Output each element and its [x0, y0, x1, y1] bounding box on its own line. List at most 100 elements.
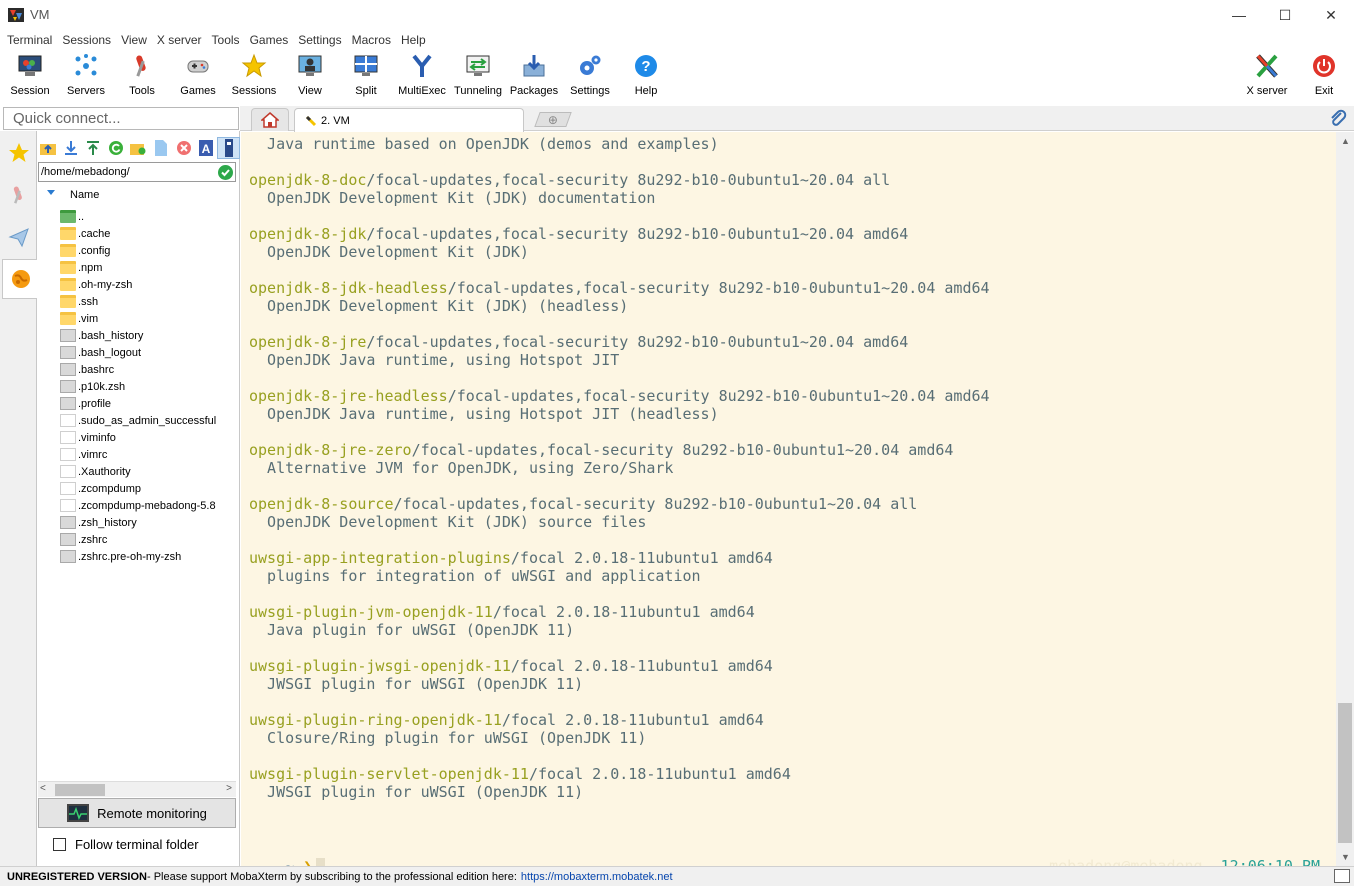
servers-button[interactable]: Servers: [58, 52, 114, 102]
sftp-terminal-toggle[interactable]: [217, 137, 240, 159]
file-row[interactable]: .zshrc.pre-oh-my-zsh: [37, 548, 240, 565]
split-button[interactable]: Split: [338, 52, 394, 102]
file-row[interactable]: .viminfo: [37, 429, 240, 446]
sftp-upload-button[interactable]: [82, 137, 105, 159]
mobaxterm-link[interactable]: https://mobaxterm.mobatek.net: [521, 871, 673, 883]
scroll-thumb[interactable]: [55, 784, 105, 796]
text-a-icon: A: [199, 140, 214, 156]
remote-monitoring-button[interactable]: Remote monitoring: [38, 798, 236, 828]
menu-sessions[interactable]: Sessions: [57, 30, 116, 50]
tunneling-button[interactable]: Tunneling: [450, 52, 506, 102]
file-row[interactable]: .vimrc: [37, 446, 240, 463]
menu-tools[interactable]: Tools: [207, 30, 245, 50]
file-row[interactable]: .oh-my-zsh: [37, 276, 240, 293]
games-button[interactable]: Games: [170, 52, 226, 102]
help-button[interactable]: ? Help: [618, 52, 674, 102]
file-row[interactable]: .bashrc: [37, 361, 240, 378]
scroll-down-icon[interactable]: ▼: [1341, 852, 1350, 862]
follow-terminal-folder[interactable]: Follow terminal folder: [53, 837, 199, 852]
tab-vm[interactable]: 2. VM: [294, 108, 524, 132]
file-name: .zcompdump-mebadong-5.8: [78, 499, 216, 512]
sftp-delete-button[interactable]: [172, 137, 195, 159]
terminal-line: uwsgi-plugin-jwsgi-openjdk-11/focal 2.0.…: [249, 657, 990, 675]
file-row[interactable]: .zsh_history: [37, 514, 240, 531]
settings-button[interactable]: Settings: [562, 52, 618, 102]
x-server-button[interactable]: X server: [1239, 52, 1295, 102]
sftp-path-input[interactable]: /home/mebadong/: [38, 162, 236, 182]
file-icon: [60, 363, 76, 376]
menu-macros[interactable]: Macros: [347, 30, 396, 50]
file-row[interactable]: .vim: [37, 310, 240, 327]
check-icon[interactable]: [218, 165, 233, 180]
sftp-new-file-button[interactable]: [150, 137, 173, 159]
file-row[interactable]: .bash_history: [37, 327, 240, 344]
multiexec-button[interactable]: MultiExec: [394, 52, 450, 102]
file-row[interactable]: .ssh: [37, 293, 240, 310]
sftp-rename-button[interactable]: A: [195, 137, 218, 159]
terminal-view[interactable]: Java runtime based on OpenJDK (demos and…: [241, 132, 1336, 866]
menu-x-server[interactable]: X server: [152, 30, 207, 50]
file-icon: [60, 397, 76, 410]
sessions-button[interactable]: Sessions: [226, 52, 282, 102]
sftp-parent-folder-button[interactable]: [37, 137, 60, 159]
terminal-vertical-scrollbar[interactable]: ▲ ▼: [1336, 132, 1354, 866]
collapse-arrow-icon[interactable]: [47, 190, 55, 195]
package-details: /focal-updates,focal-security 8u292-b10-…: [393, 495, 918, 513]
file-row[interactable]: .zshrc: [37, 531, 240, 548]
file-row[interactable]: .bash_logout: [37, 344, 240, 361]
maximize-button[interactable]: ☐: [1262, 0, 1308, 30]
file-row[interactable]: .Xauthority: [37, 463, 240, 480]
file-name: .zcompdump: [78, 482, 141, 495]
sftp-new-folder-button[interactable]: [127, 137, 150, 159]
close-button[interactable]: ✕: [1308, 0, 1354, 30]
minimize-button[interactable]: —: [1216, 0, 1262, 30]
sidebar-tab-tools[interactable]: [2, 175, 35, 215]
file-row[interactable]: .p10k.zsh: [37, 378, 240, 395]
packages-button[interactable]: Packages: [506, 52, 562, 102]
file-list-header[interactable]: Name: [37, 186, 240, 204]
file-row[interactable]: .npm: [37, 259, 240, 276]
file-row[interactable]: .zcompdump-mebadong-5.8: [37, 497, 240, 514]
package-description: Java plugin for uWSGI (OpenJDK 11): [249, 621, 575, 639]
terminal-line: openjdk-8-source/focal-updates,focal-sec…: [249, 495, 990, 513]
scroll-up-icon[interactable]: ▲: [1341, 136, 1350, 146]
new-tab-button[interactable]: ⊕: [534, 112, 572, 127]
column-name: Name: [70, 189, 100, 201]
file-row[interactable]: .profile: [37, 395, 240, 412]
terminal-line: openjdk-8-jre-zero/focal-updates,focal-s…: [249, 441, 990, 459]
menu-games[interactable]: Games: [245, 30, 294, 50]
keyboard-icon[interactable]: [1334, 869, 1350, 883]
menu-view[interactable]: View: [116, 30, 152, 50]
menu-terminal[interactable]: Terminal: [2, 30, 57, 50]
file-row[interactable]: .cache: [37, 225, 240, 242]
session-button[interactable]: Session: [2, 52, 58, 102]
view-button[interactable]: View: [282, 52, 338, 102]
paperclip-icon[interactable]: [1328, 109, 1348, 129]
sidebar-tab-macros[interactable]: [2, 217, 35, 257]
menu-settings[interactable]: Settings: [293, 30, 346, 50]
scroll-left-icon[interactable]: <: [40, 783, 46, 794]
terminal-scroll-thumb[interactable]: [1338, 703, 1352, 843]
tools-icon: [136, 55, 146, 77]
session-label: Session: [10, 85, 50, 97]
horizontal-scrollbar[interactable]: < >: [38, 781, 236, 797]
file-row[interactable]: .sudo_as_admin_successful: [37, 412, 240, 429]
sidebar-tab-sftp[interactable]: [2, 259, 38, 299]
tools-icon: [13, 186, 22, 204]
follow-terminal-checkbox[interactable]: [53, 838, 66, 851]
file-row[interactable]: .config: [37, 242, 240, 259]
home-tab[interactable]: [251, 108, 289, 131]
menu-help[interactable]: Help: [396, 30, 431, 50]
sftp-refresh-button[interactable]: [105, 137, 128, 159]
exit-button[interactable]: Exit: [1296, 52, 1352, 102]
sftp-download-button[interactable]: [60, 137, 83, 159]
scroll-right-icon[interactable]: >: [226, 783, 232, 794]
sidebar-tab-sessions[interactable]: [2, 133, 35, 173]
tools-button[interactable]: Tools: [114, 52, 170, 102]
file-row[interactable]: .zcompdump: [37, 480, 240, 497]
file-row[interactable]: ..: [37, 208, 240, 225]
quick-connect-input[interactable]: [4, 108, 238, 129]
